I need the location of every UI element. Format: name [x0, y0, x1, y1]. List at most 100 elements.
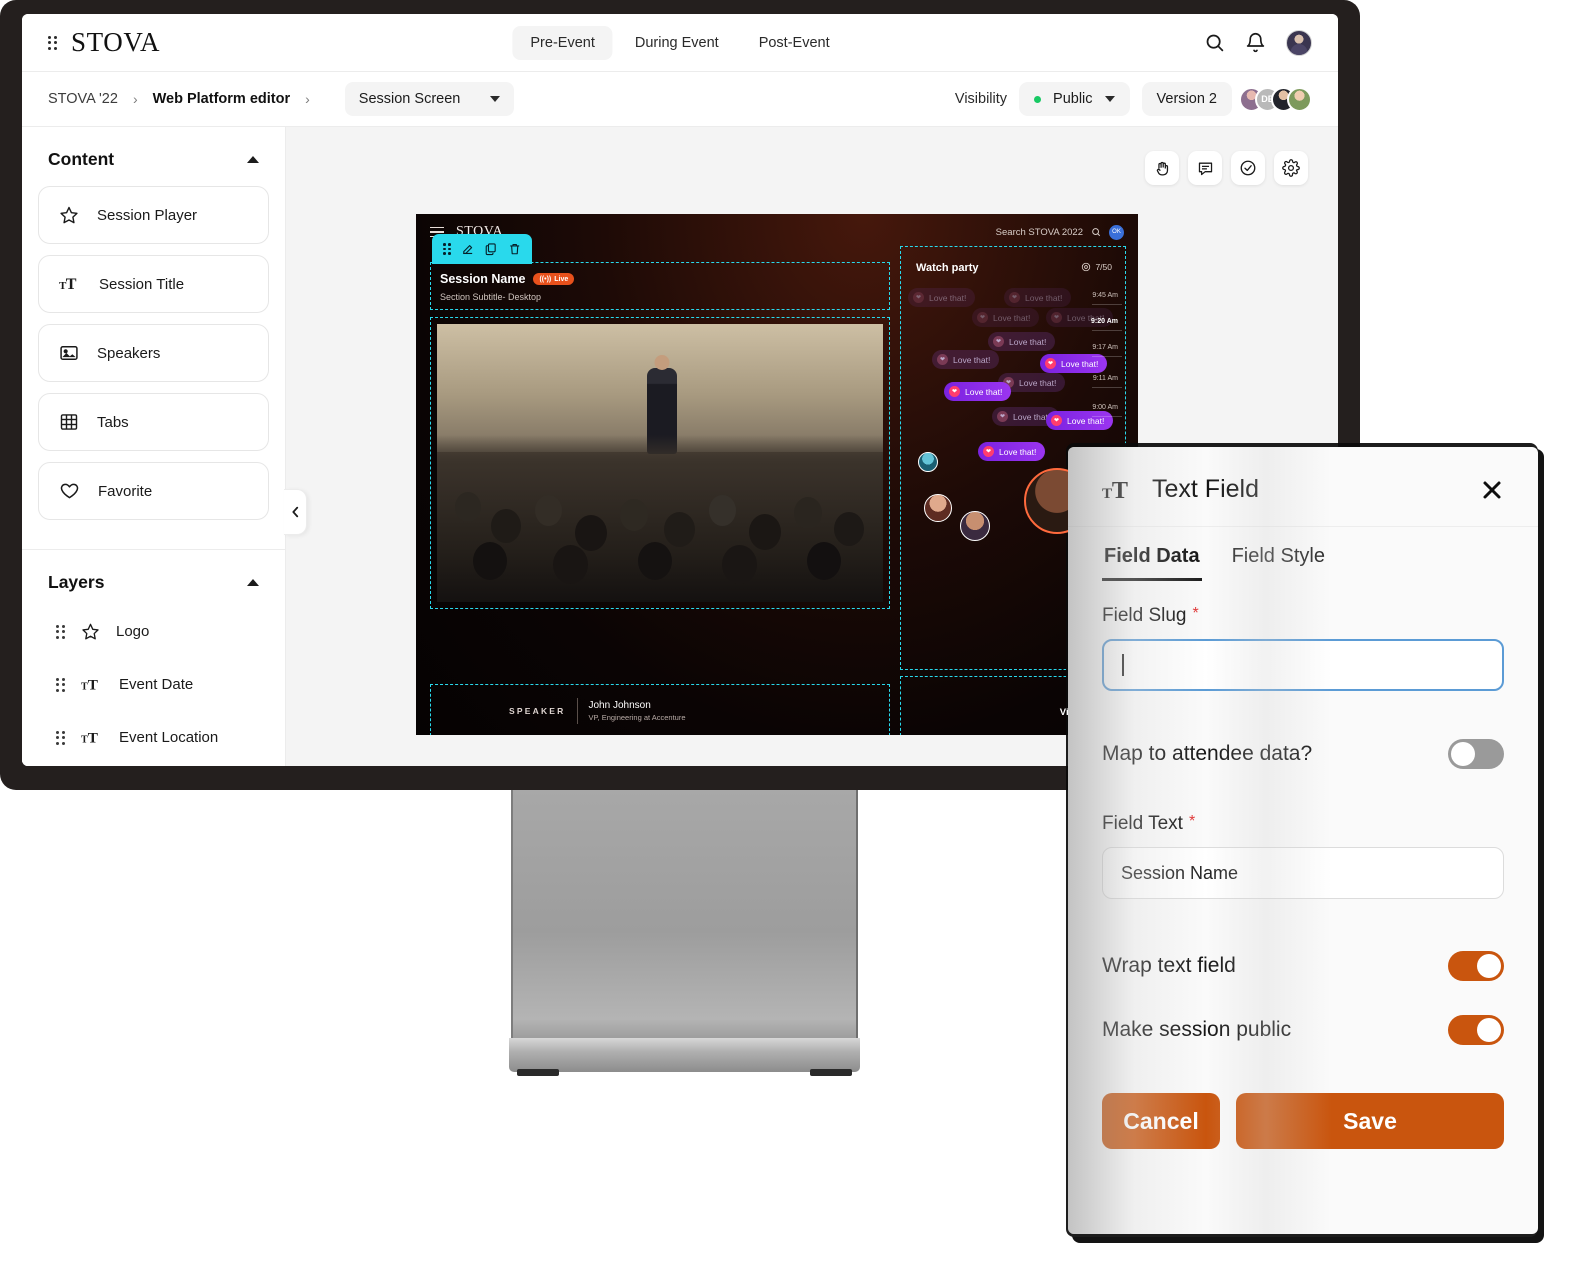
field-slug-input[interactable] — [1102, 639, 1504, 691]
content-item-speakers[interactable]: Speakers — [38, 324, 269, 382]
heart-icon: ❤ — [993, 336, 1004, 347]
chat-bubble: ❤Love that! — [1004, 288, 1071, 307]
chevron-up-icon[interactable] — [247, 156, 259, 163]
app-menu-grip-icon[interactable] — [48, 36, 57, 50]
drag-handle-icon[interactable] — [56, 625, 65, 639]
tab-during-event[interactable]: During Event — [617, 26, 737, 60]
settings-tool-button[interactable] — [1274, 151, 1308, 185]
breadcrumb-section[interactable]: Web Platform editor — [153, 91, 291, 107]
cancel-button[interactable]: Cancel — [1102, 1093, 1220, 1149]
visibility-value: Public — [1053, 91, 1093, 107]
content-item-label: Session Title — [99, 276, 184, 293]
search-icon[interactable] — [1204, 32, 1225, 53]
tab-field-style[interactable]: Field Style — [1230, 527, 1327, 581]
sidebar-collapse-button[interactable] — [284, 489, 307, 535]
content-panel-header[interactable]: Content — [22, 127, 285, 182]
drag-handle-icon[interactable] — [56, 678, 65, 692]
content-item-favorite[interactable]: Favorite — [38, 462, 269, 520]
chat-bubble: ❤Love that! — [944, 382, 1011, 401]
preview-session-subtitle: Section Subtitle- Desktop — [440, 292, 541, 302]
breadcrumb-root[interactable]: STOVA '22 — [48, 91, 118, 107]
gear-icon — [1282, 159, 1300, 177]
hand-icon — [1154, 160, 1171, 177]
layer-item-event-location[interactable]: T T Event Location — [38, 711, 269, 764]
make-public-row: Make session public — [1102, 1015, 1504, 1045]
layer-list: Logo T T Event Date — [22, 605, 285, 766]
tab-post-event[interactable]: Post-Event — [741, 26, 848, 60]
map-attendee-toggle[interactable] — [1448, 739, 1504, 769]
approve-tool-button[interactable] — [1231, 151, 1265, 185]
layer-item-label: Event Date — [119, 676, 193, 693]
map-attendee-label: Map to attendee data? — [1102, 742, 1312, 766]
close-icon[interactable] — [1480, 478, 1504, 502]
preview-avatar[interactable]: OK — [1109, 225, 1124, 240]
toggle-knob — [1451, 742, 1475, 766]
app-header: STOVA Pre-Event During Event Post-Event — [22, 14, 1338, 72]
version-badge[interactable]: Version 2 — [1142, 82, 1232, 116]
modal-header: T T Text Field — [1068, 447, 1538, 526]
left-sidebar: Content Session Player T — [22, 127, 286, 766]
text-field-icon: T T — [1102, 476, 1136, 504]
content-item-label: Tabs — [97, 414, 129, 431]
field-text-input[interactable]: Session Name — [1102, 847, 1504, 899]
required-marker: * — [1189, 813, 1195, 831]
svg-text:T: T — [88, 730, 98, 747]
field-text-label-text: Field Text — [1102, 813, 1183, 835]
drag-handle-icon[interactable] — [56, 731, 65, 745]
edit-icon[interactable] — [461, 242, 474, 256]
text-field-modal[interactable]: T T Text Field Field Data Field Style Fi… — [1068, 447, 1538, 1234]
chat-bubble: ❤Love that! — [978, 442, 1045, 461]
timestamp-divider — [1092, 356, 1122, 357]
layers-panel-header[interactable]: Layers — [22, 550, 285, 605]
screen-selector-dropdown[interactable]: Session Screen — [345, 82, 515, 116]
duplicate-icon[interactable] — [484, 242, 497, 256]
layer-item-event-date[interactable]: T T Event Date — [38, 658, 269, 711]
layers-panel-title: Layers — [48, 572, 104, 593]
session-title-selection-box[interactable] — [430, 262, 890, 310]
session-player-selection-box[interactable] — [430, 317, 890, 609]
tab-field-data[interactable]: Field Data — [1102, 527, 1202, 581]
content-item-session-player[interactable]: Session Player — [38, 186, 269, 244]
chevron-down-icon — [490, 96, 500, 102]
heart-icon: ❤ — [1009, 292, 1020, 303]
breadcrumb-separator-2: › — [305, 91, 310, 107]
svg-text:T: T — [88, 677, 98, 694]
attendee-avatar — [918, 452, 938, 472]
save-button[interactable]: Save — [1236, 1093, 1504, 1149]
preview-search[interactable]: Search STOVA 2022 OK — [996, 225, 1124, 240]
hand-tool-button[interactable] — [1145, 151, 1179, 185]
content-item-tabs[interactable]: Tabs — [38, 393, 269, 451]
make-public-toggle[interactable] — [1448, 1015, 1504, 1045]
screen-preview[interactable]: STOVA Search STOVA 2022 OK — [416, 214, 1138, 735]
chat-timestamp: 9:20 Am — [1091, 318, 1118, 325]
layer-item-logo[interactable]: Logo — [38, 605, 269, 658]
heart-icon: ❤ — [949, 386, 960, 397]
element-selection-toolbar[interactable] — [432, 234, 532, 264]
attendee-avatar — [960, 511, 990, 541]
preview-session-title: Session Name ((•)) Live — [440, 272, 574, 286]
comment-tool-button[interactable] — [1188, 151, 1222, 185]
toggle-knob — [1477, 954, 1501, 978]
chat-bubble: ❤Love that! — [1046, 411, 1113, 430]
drag-handle-icon[interactable] — [443, 243, 451, 255]
chevron-down-icon — [1105, 96, 1115, 102]
tab-pre-event[interactable]: Pre-Event — [512, 26, 612, 60]
watch-party-title: Watch party — [916, 262, 979, 274]
chevron-up-icon[interactable] — [247, 579, 259, 586]
speaker-role: VP, Engineering at Accenture — [589, 713, 686, 722]
delete-icon[interactable] — [508, 242, 521, 256]
visibility-dropdown[interactable]: Public — [1019, 82, 1130, 116]
collaborator-avatar[interactable] — [1287, 87, 1312, 112]
image-icon — [59, 343, 79, 363]
wrap-text-toggle[interactable] — [1448, 951, 1504, 981]
layer-item-full-name[interactable]: T T Full Name — [38, 764, 269, 766]
svg-text:T: T — [1112, 477, 1128, 504]
content-item-session-title[interactable]: T T Session Title — [38, 255, 269, 313]
notification-bell-icon[interactable] — [1245, 32, 1266, 53]
grid-icon — [59, 412, 79, 432]
heart-icon: ❤ — [1051, 415, 1062, 426]
speaker-info: John Johnson VP, Engineering at Accentur… — [589, 700, 686, 722]
avatar[interactable] — [1286, 30, 1312, 56]
layer-item-label: Logo — [116, 623, 149, 640]
text-cursor — [1122, 654, 1124, 676]
